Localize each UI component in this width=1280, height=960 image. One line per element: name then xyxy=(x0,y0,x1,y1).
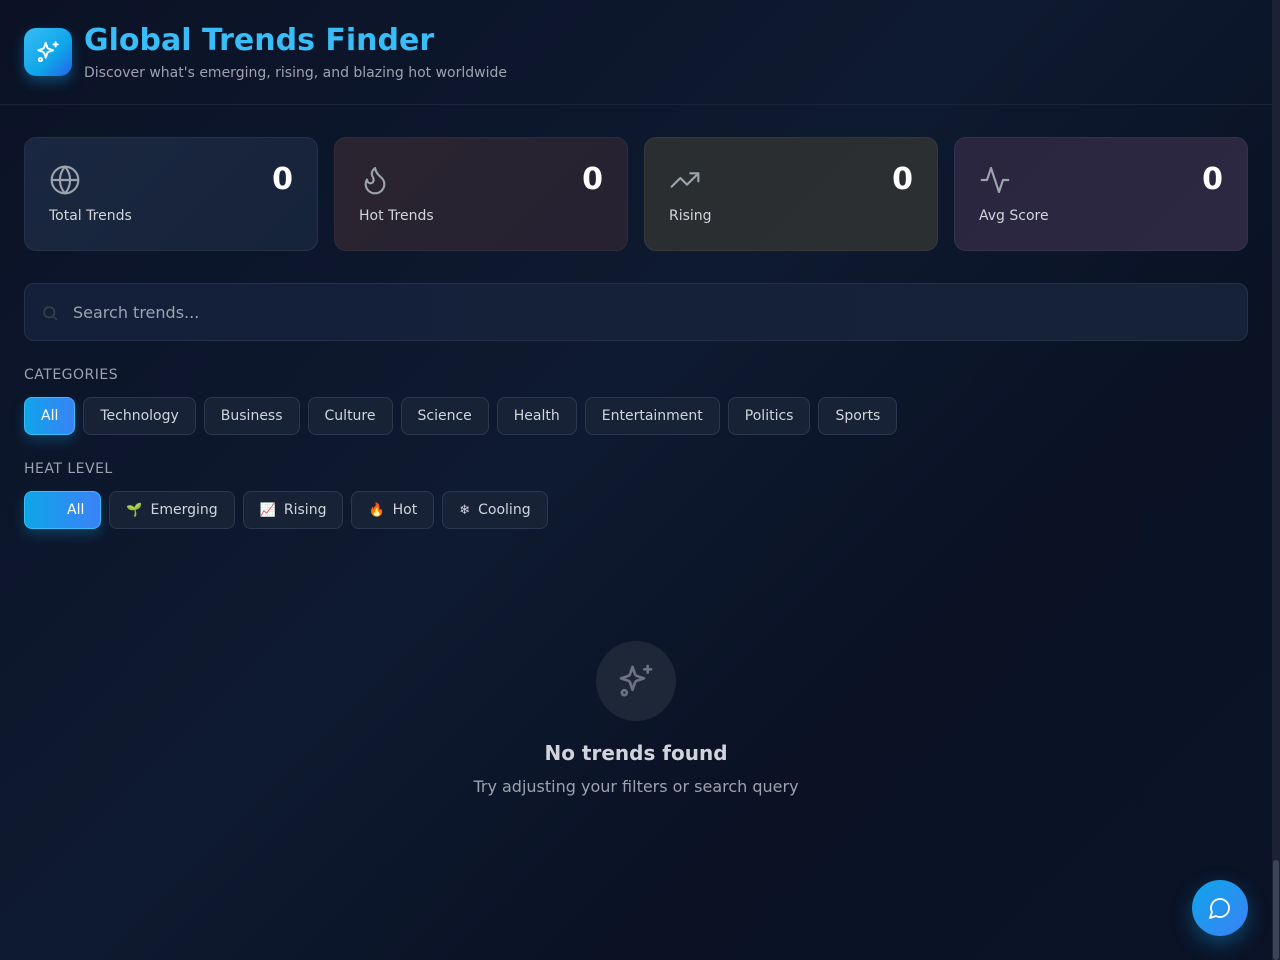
category-chip-technology[interactable]: Technology xyxy=(83,397,196,435)
stat-value: 0 xyxy=(582,162,603,197)
heat-level-label: HEAT LEVEL xyxy=(24,461,113,477)
stat-value: 0 xyxy=(272,162,293,197)
heat-chip-rising[interactable]: 📈 Rising xyxy=(242,491,344,529)
stat-label: Hot Trends xyxy=(359,208,434,224)
heat-chip-label: Rising xyxy=(283,502,327,518)
stat-label: Total Trends xyxy=(49,208,132,224)
empty-state-title: No trends found xyxy=(544,741,728,765)
stat-card-rising: 0 Rising xyxy=(644,137,938,251)
heat-level-filter: All 🌱 Emerging 📈 Rising 🔥 Hot ❄ Cooling xyxy=(24,491,1248,529)
empty-state-message: Try adjusting your filters or search que… xyxy=(473,777,799,796)
stat-value: 0 xyxy=(892,162,913,197)
heat-chip-label: All xyxy=(67,502,85,518)
category-chip-politics[interactable]: Politics xyxy=(727,397,811,435)
category-filter: All Technology Business Culture Science … xyxy=(24,397,1248,435)
chat-bubble-icon xyxy=(1209,898,1230,919)
sparkles-icon xyxy=(619,664,653,697)
scrollbar-thumb[interactable] xyxy=(1273,860,1279,960)
seedling-icon: 🌱 xyxy=(126,502,143,518)
fire-icon: 🔥 xyxy=(368,502,385,518)
stats-row: 0 Total Trends 0 Hot Trends 0 Rising 0 A… xyxy=(0,105,1272,251)
activity-icon xyxy=(980,166,1010,194)
stat-label: Avg Score xyxy=(979,208,1049,224)
snowflake-icon: ❄ xyxy=(459,502,471,518)
category-chip-entertainment[interactable]: Entertainment xyxy=(584,397,720,435)
search-input[interactable] xyxy=(25,284,1247,340)
heat-chip-cooling[interactable]: ❄ Cooling xyxy=(442,491,548,529)
category-chip-sports[interactable]: Sports xyxy=(818,397,898,435)
heat-chip-all[interactable]: All xyxy=(24,491,102,529)
page-title: Global Trends Finder xyxy=(84,23,435,58)
heat-chip-label: Cooling xyxy=(478,502,531,518)
flame-icon xyxy=(364,166,386,195)
stat-value: 0 xyxy=(1202,162,1223,197)
chart-increasing-icon: 📈 xyxy=(259,502,276,518)
stat-label: Rising xyxy=(669,208,712,224)
app-header: Global Trends Finder Discover what's eme… xyxy=(0,0,1272,105)
header-text: Global Trends Finder Discover what's eme… xyxy=(84,23,507,81)
trending-up-icon xyxy=(670,172,700,188)
scrollbar-track[interactable] xyxy=(1272,0,1280,960)
categories-label: CATEGORIES xyxy=(24,367,119,383)
category-chip-business[interactable]: Business xyxy=(203,397,300,435)
heat-chip-label: Hot xyxy=(392,502,418,518)
stat-card-total-trends: 0 Total Trends xyxy=(24,137,318,251)
category-chip-culture[interactable]: Culture xyxy=(307,397,393,435)
empty-state: No trends found Try adjusting your filte… xyxy=(0,641,1272,796)
stat-card-avg-score: 0 Avg Score xyxy=(954,137,1248,251)
heat-chip-emerging[interactable]: 🌱 Emerging xyxy=(109,491,235,529)
heat-chip-label: Emerging xyxy=(150,502,218,518)
chat-button[interactable] xyxy=(1192,880,1248,936)
page-subtitle: Discover what's emerging, rising, and bl… xyxy=(84,65,507,81)
globe-icon xyxy=(50,165,80,195)
sparkles-icon xyxy=(24,28,72,76)
heat-chip-hot[interactable]: 🔥 Hot xyxy=(351,491,435,529)
category-chip-all[interactable]: All xyxy=(24,397,76,435)
page: Global Trends Finder Discover what's eme… xyxy=(0,0,1272,960)
empty-state-icon-wrap xyxy=(596,641,676,721)
category-chip-science[interactable]: Science xyxy=(400,397,489,435)
search-icon xyxy=(43,306,58,321)
category-chip-health[interactable]: Health xyxy=(496,397,577,435)
search-bar xyxy=(24,283,1248,341)
stat-card-hot-trends: 0 Hot Trends xyxy=(334,137,628,251)
